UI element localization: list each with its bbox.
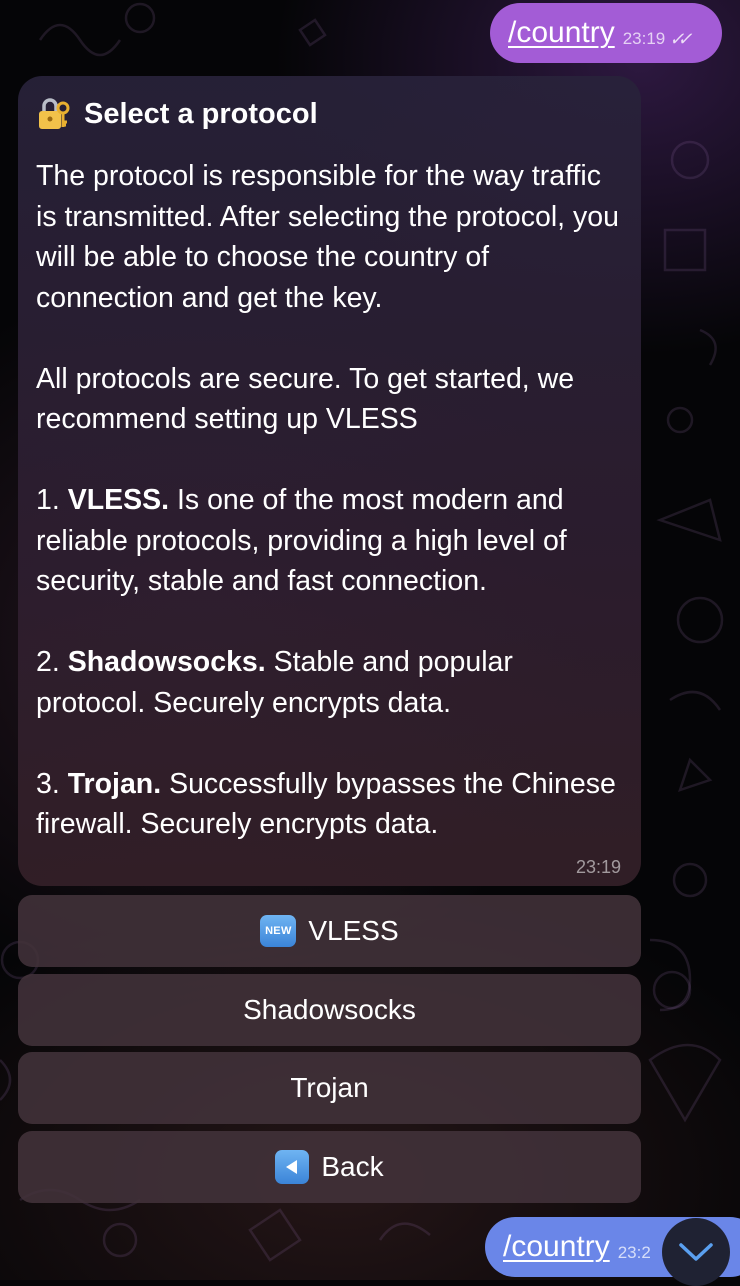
back-button[interactable]: Back: [18, 1131, 641, 1203]
protocol-item-vless: 1. VLESS. Is one of the most modern and …: [36, 480, 623, 602]
outgoing-message[interactable]: /country 23:19 ✓✓: [490, 3, 722, 63]
chevron-down-icon: [679, 1243, 713, 1261]
vless-button[interactable]: NEW VLESS: [18, 895, 641, 967]
new-badge-icon: NEW: [260, 915, 297, 947]
shadowsocks-button[interactable]: Shadowsocks: [18, 974, 641, 1046]
protocol-item-trojan: 3. Trojan. Successfully bypasses the Chi…: [36, 764, 623, 845]
message-time: 23:19: [575, 857, 621, 877]
shadowsocks-button-label: Shadowsocks: [243, 994, 416, 1025]
message-time-text: 23:2: [617, 1243, 651, 1262]
item-number: 2.: [36, 646, 60, 678]
item-number: 3.: [36, 767, 60, 800]
read-checks-icon: ✓✓: [669, 28, 692, 49]
message-intro: The protocol is responsible for the way …: [36, 160, 619, 314]
item-name: Trojan.: [67, 767, 162, 800]
item-name: VLESS.: [67, 484, 170, 516]
protocol-item-shadowsocks: 2. Shadowsocks. Stable and popular proto…: [36, 642, 623, 723]
trojan-button[interactable]: Trojan: [18, 1052, 641, 1124]
message-time-text: 23:19: [622, 29, 666, 48]
back-arrow-icon: [275, 1150, 310, 1184]
new-badge-text: NEW: [260, 915, 297, 947]
message-time: 23:19 ✓✓: [622, 28, 693, 50]
trojan-button-label: Trojan: [290, 1072, 369, 1103]
command-link[interactable]: /country: [508, 16, 615, 50]
scroll-down-button[interactable]: [662, 1218, 730, 1286]
item-number: 1.: [36, 484, 60, 516]
message-title-text: Select a protocol: [84, 97, 318, 130]
item-name: Shadowsocks.: [67, 646, 266, 678]
message-recommendation: All protocols are secure. To get started…: [36, 362, 575, 436]
command-link[interactable]: /country: [503, 1230, 610, 1264]
incoming-message: Select a protocol The protocol is respon…: [18, 76, 641, 886]
message-time: 23:2: [618, 1243, 651, 1263]
message-title: Select a protocol: [36, 86, 623, 142]
message-body: The protocol is responsible for the way …: [36, 156, 623, 845]
lock-with-key-icon: [39, 98, 70, 129]
back-button-label: Back: [321, 1151, 384, 1182]
vless-button-label: VLESS: [308, 915, 399, 946]
